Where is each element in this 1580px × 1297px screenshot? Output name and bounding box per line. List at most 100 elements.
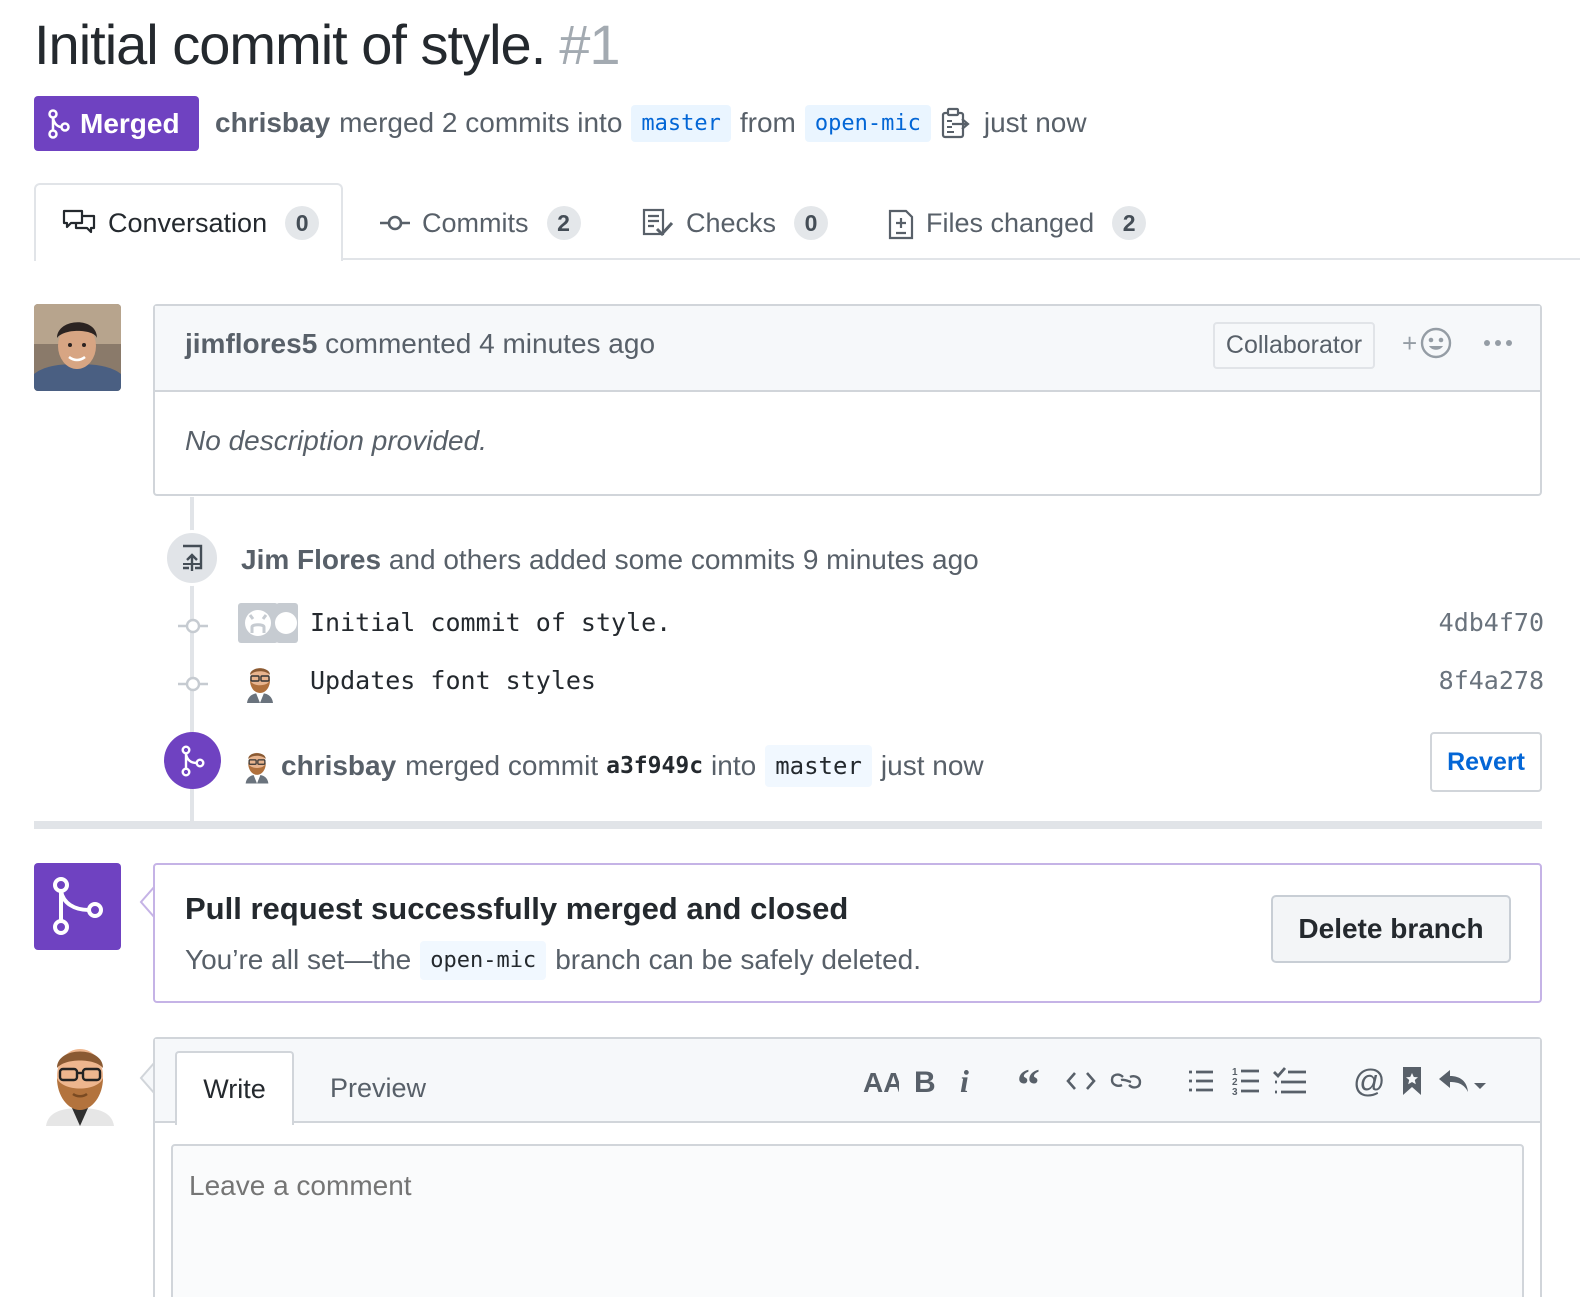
- delete-branch-button[interactable]: Delete branch: [1271, 895, 1511, 963]
- merge-sha-link[interactable]: a3f949c: [606, 753, 703, 779]
- merger-avatar[interactable]: [243, 748, 271, 784]
- merge-target-branch[interactable]: master: [765, 745, 872, 787]
- comment-options-button[interactable]: [1483, 336, 1513, 354]
- comment-discussion-icon: [62, 209, 96, 234]
- tab-checks[interactable]: Checks 0: [642, 190, 829, 256]
- commit-message-link[interactable]: Updates font styles: [310, 666, 596, 695]
- state-label: Merged: [80, 107, 180, 139]
- merge-event-badge: [164, 732, 221, 789]
- svg-text:@: @: [1353, 1065, 1385, 1097]
- numbered-list-icon[interactable]: 123: [1224, 1058, 1268, 1104]
- markdown-toolbar: AA B i “ 123 @: [860, 1058, 1492, 1104]
- pr-meta: chrisbay merged 2 commits into master fr…: [215, 98, 1087, 148]
- added-author-link[interactable]: Jim Flores: [241, 544, 381, 575]
- pr-summary: merged 2 commits into: [339, 107, 623, 138]
- git-merge-icon: [53, 877, 103, 935]
- git-commit-icon: [178, 618, 208, 634]
- merged-status-icon: [34, 863, 121, 950]
- tab-files-label: Files changed: [926, 207, 1095, 238]
- git-merge-icon: [181, 745, 205, 777]
- tab-checks-count: 0: [794, 206, 829, 240]
- kebab-horizontal-icon: [1484, 340, 1512, 346]
- tab-write[interactable]: Write: [175, 1051, 294, 1125]
- pr-title-text: Initial commit of style.: [34, 13, 546, 76]
- pr-author-link[interactable]: chrisbay: [215, 107, 330, 139]
- reaction-plus: +: [1402, 327, 1418, 358]
- comment-textarea[interactable]: [171, 1144, 1524, 1297]
- mention-icon[interactable]: @: [1346, 1058, 1392, 1104]
- collaborator-label: Collaborator: [1213, 322, 1375, 369]
- merged-sub-after: branch can be safely deleted.: [555, 944, 921, 975]
- commit-sha-link[interactable]: 4db4f70: [1439, 608, 1544, 637]
- svg-text:B: B: [914, 1066, 936, 1096]
- commits-added-text: Jim Flores and others added some commits…: [241, 544, 979, 576]
- avatar-photo: [34, 304, 121, 391]
- commit-message-link[interactable]: Initial commit of style.: [310, 608, 671, 637]
- commit-row: Initial commit of style. 4db4f70: [178, 600, 1544, 650]
- quote-icon[interactable]: “: [1006, 1058, 1060, 1104]
- head-branch[interactable]: open-mic: [804, 104, 931, 142]
- git-commit-icon: [178, 676, 208, 692]
- pr-time: just now: [983, 107, 1087, 138]
- commit-row: Updates font styles 8f4a278: [178, 658, 1544, 708]
- smiley-icon: [1420, 327, 1452, 359]
- git-commit-icon: [380, 215, 410, 231]
- avatar-jimflores5[interactable]: [34, 304, 121, 391]
- merged-sub-before: You’re all set—the: [185, 944, 412, 975]
- code-icon[interactable]: [1060, 1058, 1102, 1104]
- into-text: into: [711, 750, 757, 781]
- tab-commits-count: 2: [546, 206, 581, 240]
- comment-body: No description provided.: [185, 425, 487, 456]
- tab-conversation-count: 0: [285, 206, 320, 240]
- header-icon[interactable]: AA: [860, 1058, 902, 1104]
- merged-state-badge: Merged: [34, 96, 199, 151]
- merged-status-subtext: You’re all set—the open-mic branch can b…: [185, 938, 921, 982]
- pr-number: #1: [559, 13, 620, 76]
- comment-header-text: jimflores5 commented 4 minutes ago: [185, 328, 655, 360]
- merge-description: merged commit: [405, 750, 599, 781]
- tab-commits-label: Commits: [422, 207, 529, 238]
- bulleted-list-icon[interactable]: [1178, 1058, 1224, 1104]
- saved-reply-icon[interactable]: [1392, 1058, 1432, 1104]
- tab-commits[interactable]: Commits 2: [380, 190, 581, 256]
- merge-time: just now: [880, 750, 984, 781]
- svg-text:i: i: [960, 1066, 969, 1096]
- merge-author-link[interactable]: chrisbay: [281, 750, 396, 782]
- comment-action: commented 4 minutes ago: [325, 328, 656, 359]
- italic-icon[interactable]: i: [946, 1058, 986, 1104]
- added-description: and others added some commits 9 minutes …: [388, 544, 979, 575]
- commit-author-avatars[interactable]: [238, 603, 298, 643]
- bold-icon[interactable]: B: [902, 1058, 946, 1104]
- commit-sha-link[interactable]: 8f4a278: [1439, 666, 1544, 695]
- tab-preview[interactable]: Preview: [310, 1055, 446, 1121]
- timeline-end-bar: [34, 821, 1542, 829]
- svg-text:AA: AA: [863, 1067, 899, 1096]
- merged-status-title: Pull request successfully merged and clo…: [185, 891, 849, 926]
- merged-head-branch[interactable]: open-mic: [420, 940, 547, 980]
- revert-button[interactable]: Revert: [1430, 732, 1542, 792]
- from-text: from: [739, 107, 796, 138]
- pr-title: Initial commit of style. #1: [34, 12, 621, 77]
- tab-conversation[interactable]: Conversation 0: [62, 190, 320, 256]
- reply-icon[interactable]: [1432, 1058, 1492, 1104]
- base-branch[interactable]: master: [631, 104, 731, 142]
- current-user-avatar[interactable]: [40, 1040, 120, 1126]
- tab-files-changed[interactable]: Files changed 2: [888, 190, 1147, 256]
- add-reaction-button[interactable]: +: [1402, 326, 1453, 360]
- link-icon[interactable]: [1102, 1058, 1150, 1104]
- git-merge-icon: [48, 108, 70, 139]
- task-list-icon[interactable]: [1268, 1058, 1312, 1104]
- tab-checks-label: Checks: [686, 207, 777, 238]
- svg-text:“: “: [1017, 1066, 1040, 1096]
- tab-files-count: 2: [1112, 206, 1147, 240]
- checklist-icon: [642, 208, 674, 237]
- diff-icon: [888, 209, 914, 240]
- merge-event-text: chrisbay merged commit a3f949c into mast…: [243, 742, 984, 790]
- push-badge: [164, 530, 220, 586]
- copy-clipboard-icon[interactable]: [940, 107, 970, 139]
- svg-text:3: 3: [1232, 1087, 1238, 1097]
- tab-conversation-label: Conversation: [108, 207, 268, 238]
- repo-push-icon: [183, 544, 203, 571]
- commit-author-avatar[interactable]: [244, 663, 276, 703]
- comment-author-link[interactable]: jimflores5: [185, 328, 317, 359]
